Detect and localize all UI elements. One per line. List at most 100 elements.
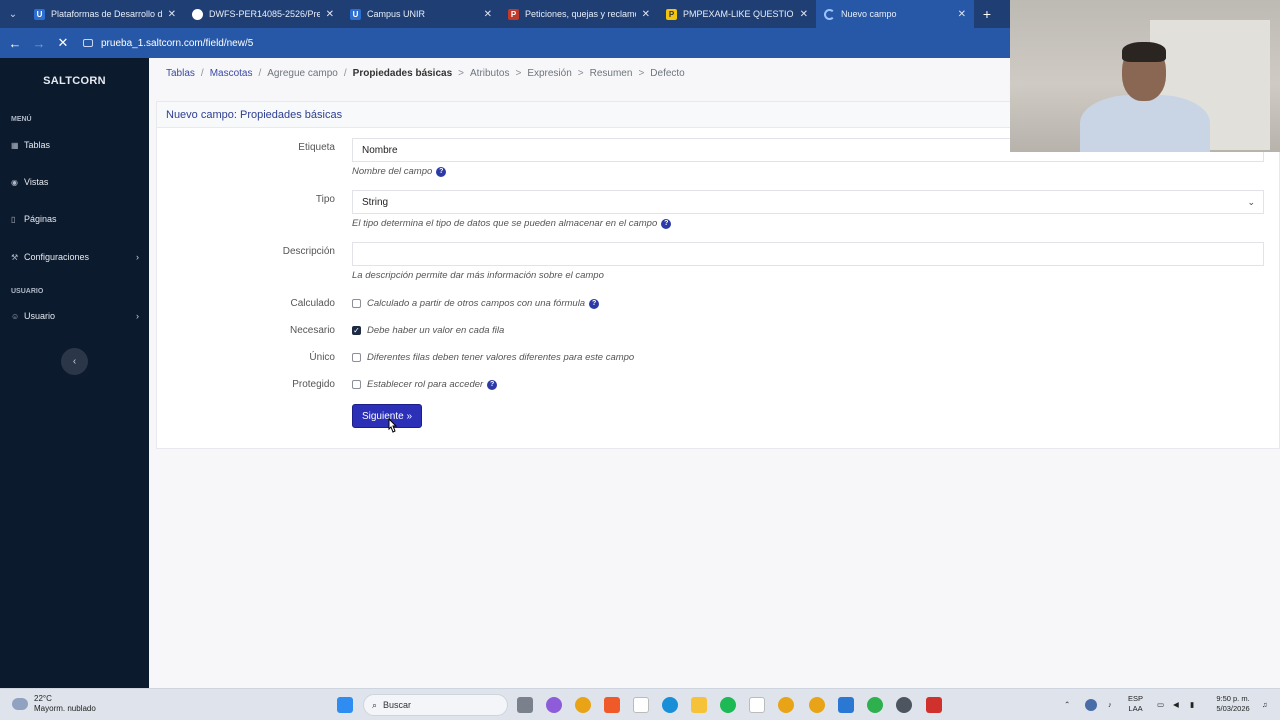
browser-tab[interactable]: U Plataformas de Desarrollo de S ✕: [26, 0, 184, 28]
tab-title: DWFS-PER14085-2526/PrepEx: [209, 9, 320, 19]
document-icon[interactable]: [749, 697, 765, 713]
help-question-icon[interactable]: ?: [589, 298, 600, 309]
chevron-right-icon: ›: [136, 252, 139, 262]
close-tab-icon[interactable]: ✕: [642, 9, 650, 20]
descripcion-label: Descripción: [282, 246, 335, 257]
webcam-person-body: [1080, 95, 1210, 152]
new-tab-plus-icon[interactable]: +: [974, 0, 1000, 28]
close-tab-icon[interactable]: ✕: [326, 9, 334, 20]
breadcrumb-link[interactable]: Mascotas: [210, 68, 253, 79]
sidebar-item-label: Configuraciones: [24, 252, 90, 262]
forward-arrow-icon[interactable]: →: [27, 36, 51, 51]
spotify-icon[interactable]: [720, 697, 736, 713]
protegido-checkbox[interactable]: [352, 380, 361, 389]
github-icon: [192, 8, 203, 20]
user-heading: USUARIO: [11, 288, 44, 295]
acrobat-icon[interactable]: [926, 697, 942, 713]
windows-start-icon[interactable]: [337, 697, 353, 713]
back-arrow-icon[interactable]: ←: [3, 36, 27, 51]
breadcrumb-separator: /: [343, 68, 347, 79]
clock-time: 9:50 p. m.: [1216, 694, 1250, 703]
chrome-profile-icon[interactable]: [809, 697, 825, 713]
descripcion-input[interactable]: [352, 242, 1264, 266]
sidebar-item-tablas[interactable]: ▦ Tablas: [11, 137, 139, 153]
url-text: prueba_1.saltcorn.com/field/new/5: [101, 37, 254, 49]
menu-heading: MENÚ: [11, 116, 32, 123]
browser-tab[interactable]: P Peticiones, quejas y reclamos ✕: [500, 0, 658, 28]
breadcrumb-current-step: Propiedades básicas: [352, 68, 453, 79]
weather-condition: Mayorm. nublado: [34, 704, 96, 713]
breadcrumb-separator: >: [515, 68, 522, 79]
weather-temperature: 22°C: [34, 694, 52, 703]
etiqueta-label: Etiqueta: [298, 142, 335, 153]
close-tab-icon[interactable]: ✕: [168, 9, 176, 20]
brave-icon[interactable]: [604, 697, 620, 713]
sidebar-collapse-button[interactable]: ‹: [61, 348, 88, 375]
calculado-checkbox[interactable]: [352, 299, 361, 308]
chrome-profile-icon[interactable]: [778, 697, 794, 713]
github-desktop-icon[interactable]: [896, 697, 912, 713]
necesario-row: ✓ Debe haber un valor en cada fila: [352, 325, 504, 336]
etiqueta-help-text: Nombre del campo: [352, 166, 433, 177]
unico-checkbox[interactable]: [352, 353, 361, 362]
pmp-favicon-icon: P: [666, 8, 677, 20]
breadcrumb-link[interactable]: Tablas: [166, 68, 195, 79]
clock[interactable]: 9:50 p. m. 5/03/2026: [1210, 694, 1256, 714]
browser-tab[interactable]: U Campus UNIR ✕: [342, 0, 500, 28]
edge-icon[interactable]: [662, 697, 678, 713]
sidebar-item-vistas[interactable]: ◉ Vistas: [11, 174, 139, 190]
brand-logo[interactable]: SALTCORN: [0, 75, 149, 87]
page-icon: ▯: [11, 214, 16, 224]
table-icon: ▦: [11, 140, 19, 150]
network-icon[interactable]: ▭: [1157, 700, 1164, 710]
language-indicator[interactable]: ESP LAA: [1128, 694, 1143, 714]
help-question-icon[interactable]: ?: [487, 379, 498, 390]
breadcrumb-step: Atributos: [470, 68, 510, 79]
sidebar-item-label: Páginas: [24, 214, 57, 224]
vscode-icon[interactable]: [838, 697, 854, 713]
tray-chevron-up-icon[interactable]: ⌃: [1064, 700, 1070, 710]
breadcrumb-separator: /: [200, 68, 204, 79]
search-icon: ⌕: [372, 699, 378, 710]
tab-search-chevron-icon[interactable]: ⌄: [0, 0, 26, 28]
tipo-select[interactable]: String ⌄: [352, 190, 1264, 214]
browser-tab[interactable]: P PMPEXAM-LIKE QUESTIONS - ( ✕: [658, 0, 816, 28]
weather-widget[interactable]: 22°C Mayorm. nublado: [12, 694, 96, 714]
taskbar-search-box[interactable]: ⌕ Buscar: [363, 694, 508, 716]
close-tab-icon[interactable]: ✕: [800, 9, 808, 20]
copilot-icon[interactable]: [546, 697, 562, 713]
close-tab-icon[interactable]: ✕: [958, 9, 966, 20]
tipo-value: String: [362, 196, 389, 208]
help-question-icon[interactable]: ?: [661, 218, 672, 229]
chrome-icon[interactable]: [575, 697, 591, 713]
calculado-text: Calculado a partir de otros campos con u…: [367, 298, 586, 309]
breadcrumb-step: Resumen: [589, 68, 633, 79]
unico-label: Único: [309, 352, 335, 363]
breadcrumb-step: Expresión: [527, 68, 572, 79]
cloud-sync-icon[interactable]: [1085, 699, 1097, 711]
file-explorer-icon[interactable]: [691, 697, 707, 713]
stop-loading-icon[interactable]: ✕: [51, 35, 75, 51]
sidebar-item-configuraciones[interactable]: ⚒ Configuraciones ›: [11, 249, 139, 265]
address-bar[interactable]: prueba_1.saltcorn.com/field/new/5: [83, 38, 253, 49]
browser-tab[interactable]: DWFS-PER14085-2526/PrepEx ✕: [184, 0, 342, 28]
main-content: Tablas / Mascotas / Agregue campo / Prop…: [149, 58, 1280, 688]
microphone-icon[interactable]: ♪: [1108, 700, 1112, 710]
chrome-profile-icon[interactable]: [867, 697, 883, 713]
sidebar-item-label: Usuario: [24, 311, 56, 321]
battery-icon[interactable]: ▮: [1190, 700, 1194, 710]
close-tab-icon[interactable]: ✕: [484, 9, 492, 20]
necesario-checkbox[interactable]: ✓: [352, 326, 361, 335]
task-view-icon[interactable]: [517, 697, 533, 713]
browser-tab-active[interactable]: Nuevo campo ✕: [816, 0, 974, 28]
etiqueta-value: Nombre: [362, 144, 398, 156]
notification-bell-icon[interactable]: ♫: [1262, 700, 1268, 710]
notepad-icon[interactable]: [633, 697, 649, 713]
site-info-icon[interactable]: [83, 39, 93, 47]
sidebar-item-paginas[interactable]: ▯ Páginas: [11, 211, 139, 227]
volume-icon[interactable]: ◀: [1173, 700, 1179, 710]
chevron-left-icon: ‹: [72, 356, 77, 367]
sidebar-item-usuario[interactable]: ☺ Usuario ›: [11, 308, 139, 324]
help-question-icon[interactable]: ?: [436, 166, 447, 177]
protegido-row: Establecer rol para acceder ?: [352, 379, 498, 390]
